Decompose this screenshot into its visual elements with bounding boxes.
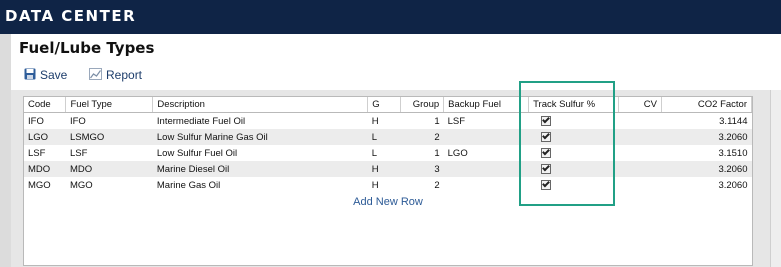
cell-backup-fuel[interactable] bbox=[443, 129, 529, 145]
cell-cv[interactable] bbox=[619, 113, 662, 130]
table-row[interactable]: MDO MDO Marine Diesel Oil H 3 3.2060 bbox=[24, 161, 752, 177]
column-header-fuel-type[interactable]: Fuel Type bbox=[65, 97, 154, 113]
column-header-code[interactable]: Code bbox=[24, 97, 67, 113]
cell-fuel-type[interactable]: MGO bbox=[66, 177, 153, 193]
save-label: Save bbox=[40, 68, 68, 82]
cell-backup-fuel[interactable]: LGO bbox=[444, 145, 529, 161]
column-header-description[interactable]: Description bbox=[152, 97, 369, 113]
cell-g[interactable]: H bbox=[368, 177, 401, 193]
cell-g[interactable]: H bbox=[367, 161, 401, 177]
cell-code[interactable]: LGO bbox=[24, 129, 66, 145]
grid-container: Code Fuel Type Description G Group Backu… bbox=[11, 90, 781, 267]
cell-group[interactable]: 3 bbox=[400, 161, 444, 177]
app-header: DATA CENTER bbox=[0, 0, 781, 34]
cell-backup-fuel[interactable] bbox=[443, 161, 529, 177]
cell-fuel-type[interactable]: LSF bbox=[66, 145, 153, 161]
cell-code[interactable]: MGO bbox=[24, 177, 66, 193]
fuel-types-table: Code Fuel Type Description G Group Backu… bbox=[24, 97, 752, 193]
cell-description[interactable]: Low Sulfur Marine Gas Oil bbox=[152, 129, 368, 145]
page-title: Fuel/Lube Types bbox=[19, 39, 155, 57]
cell-backup-fuel[interactable]: LSF bbox=[444, 113, 529, 130]
cell-description[interactable]: Intermediate Fuel Oil bbox=[153, 113, 368, 130]
column-header-cv[interactable]: CV bbox=[618, 97, 662, 113]
table-row[interactable]: LGO LSMGO Low Sulfur Marine Gas Oil L 2 … bbox=[24, 129, 752, 145]
cell-code[interactable]: LSF bbox=[24, 145, 66, 161]
cell-backup-fuel[interactable] bbox=[444, 177, 529, 193]
chart-icon bbox=[89, 67, 102, 83]
cell-code[interactable]: IFO bbox=[24, 113, 66, 130]
table-row[interactable]: MGO MGO Marine Gas Oil H 2 3.2060 bbox=[24, 177, 752, 193]
column-header-g[interactable]: G bbox=[367, 97, 402, 113]
cell-co2-factor[interactable]: 3.1144 bbox=[662, 113, 752, 130]
cell-g[interactable]: L bbox=[368, 145, 401, 161]
table-row[interactable]: IFO IFO Intermediate Fuel Oil H 1 LSF 3.… bbox=[24, 113, 752, 130]
table-row[interactable]: LSF LSF Low Sulfur Fuel Oil L 1 LGO 3.15… bbox=[24, 145, 752, 161]
cell-description[interactable]: Low Sulfur Fuel Oil bbox=[153, 145, 368, 161]
cell-cv[interactable] bbox=[619, 145, 662, 161]
report-button[interactable]: Report bbox=[89, 66, 142, 84]
cell-cv[interactable] bbox=[618, 129, 662, 145]
main-panel: Fuel/Lube Types Save Report Code Fuel Ty… bbox=[11, 34, 781, 267]
cell-group[interactable]: 1 bbox=[401, 113, 444, 130]
cell-fuel-type[interactable]: IFO bbox=[66, 113, 153, 130]
app-title: DATA CENTER bbox=[5, 7, 137, 25]
vertical-scrollbar[interactable] bbox=[770, 90, 781, 267]
cell-co2-factor[interactable]: 3.2060 bbox=[661, 161, 752, 177]
track-sulfur-highlight-box bbox=[519, 81, 615, 206]
cell-description[interactable]: Marine Gas Oil bbox=[153, 177, 368, 193]
cell-cv[interactable] bbox=[618, 161, 662, 177]
column-header-co2-factor[interactable]: CO2 Factor bbox=[661, 97, 752, 113]
cell-description[interactable]: Marine Diesel Oil bbox=[152, 161, 368, 177]
cell-co2-factor[interactable]: 3.2060 bbox=[661, 129, 752, 145]
column-header-backup-fuel[interactable]: Backup Fuel bbox=[443, 97, 530, 113]
save-button[interactable]: Save bbox=[24, 66, 67, 84]
cell-co2-factor[interactable]: 3.1510 bbox=[662, 145, 752, 161]
cell-group[interactable]: 2 bbox=[401, 177, 444, 193]
cell-g[interactable]: L bbox=[367, 129, 401, 145]
floppy-disk-icon bbox=[24, 68, 36, 83]
cell-code[interactable]: MDO bbox=[24, 161, 66, 177]
cell-group[interactable]: 2 bbox=[400, 129, 444, 145]
cell-co2-factor[interactable]: 3.2060 bbox=[662, 177, 752, 193]
fuel-types-grid: Code Fuel Type Description G Group Backu… bbox=[23, 96, 753, 266]
cell-cv[interactable] bbox=[619, 177, 662, 193]
column-header-group[interactable]: Group bbox=[400, 97, 445, 113]
cell-group[interactable]: 1 bbox=[401, 145, 444, 161]
cell-fuel-type[interactable]: MDO bbox=[65, 161, 153, 177]
report-label: Report bbox=[106, 68, 143, 82]
cell-fuel-type[interactable]: LSMGO bbox=[65, 129, 153, 145]
table-header-row: Code Fuel Type Description G Group Backu… bbox=[24, 97, 752, 113]
add-new-row-link[interactable]: Add New Row bbox=[24, 196, 752, 208]
cell-g[interactable]: H bbox=[368, 113, 401, 130]
